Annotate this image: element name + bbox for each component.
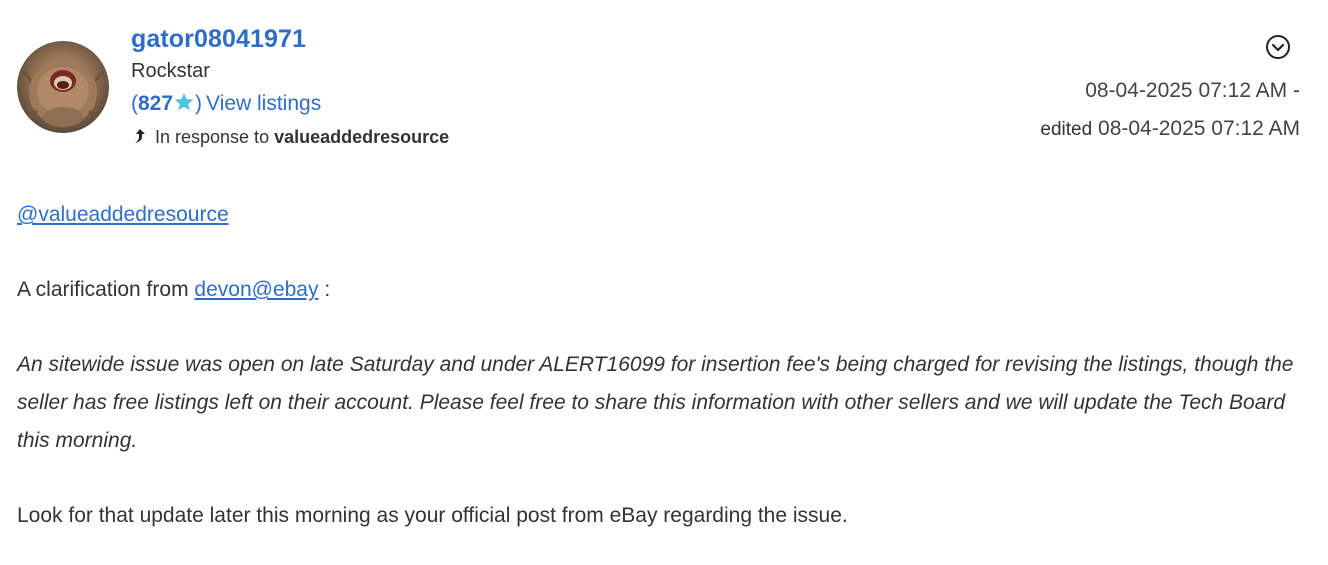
- star-icon: [174, 93, 194, 111]
- view-listings-link[interactable]: View listings: [206, 92, 321, 115]
- avatar-image: [17, 41, 109, 133]
- posted-time: 08-04-2025 07:12 AM -: [1085, 79, 1300, 102]
- username-link[interactable]: gator08041971: [131, 22, 449, 56]
- feedback-score[interactable]: 827: [138, 92, 173, 115]
- clarification-suffix: :: [318, 278, 331, 301]
- in-response-row: In response to valueaddedresource: [131, 122, 449, 152]
- quoted-paragraph: An sitewide issue was open on late Satur…: [17, 353, 1294, 452]
- mention-paragraph: @valueaddedresource: [17, 196, 1312, 234]
- edited-row: edited 08-04-2025 07:12 AM: [1040, 110, 1300, 149]
- post-body: @valueaddedresource A clarification from…: [17, 196, 1312, 535]
- forum-post: gator08041971 Rockstar (827) View listing…: [0, 0, 1328, 565]
- author-block: gator08041971 Rockstar (827) View listing…: [131, 22, 449, 152]
- post-timestamps: 08-04-2025 07:12 AM - edited 08-04-2025 …: [1040, 72, 1300, 149]
- edited-time: 08-04-2025 07:12 AM: [1098, 117, 1300, 140]
- clarification-paragraph: A clarification from devon@ebay :: [17, 271, 1312, 309]
- chevron-down-circle-icon[interactable]: [1265, 34, 1291, 60]
- closing-paragraph: Look for that update later this morning …: [17, 504, 848, 527]
- reply-arrow-icon: [135, 129, 145, 143]
- mention-link[interactable]: @valueaddedresource: [17, 203, 229, 226]
- devon-link[interactable]: devon@ebay: [194, 278, 318, 301]
- avatar[interactable]: [17, 41, 109, 133]
- feedback-open-paren: (: [131, 92, 138, 115]
- edited-label: edited: [1040, 119, 1093, 140]
- user-rank: Rockstar: [131, 60, 210, 82]
- in-response-label: In response to: [155, 127, 270, 147]
- clarification-prefix: A clarification from: [17, 278, 189, 301]
- feedback-row: (827) View listings: [131, 87, 449, 121]
- feedback-close-paren: ): [195, 92, 203, 115]
- in-response-target[interactable]: valueaddedresource: [274, 127, 449, 147]
